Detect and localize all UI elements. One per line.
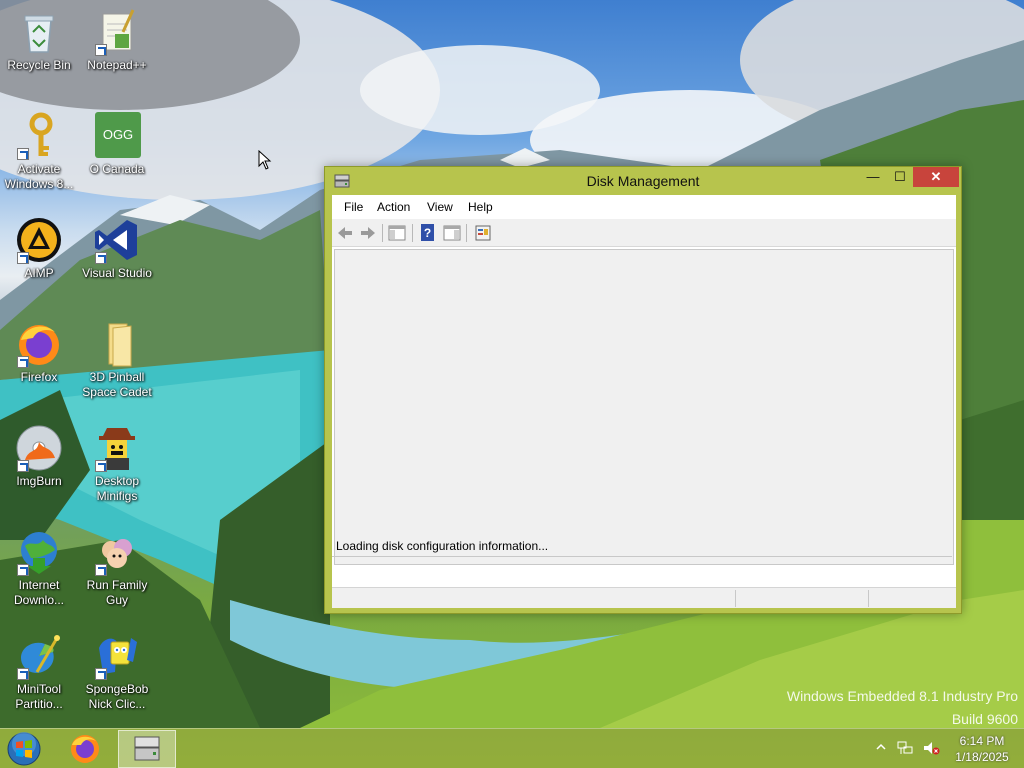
lego-minifig-icon (93, 424, 141, 472)
desktop-icon-aimp[interactable]: AIMP (1, 216, 77, 281)
desktop-icon-label: Internet Downlo... (13, 578, 65, 607)
desktop-icon-label: Firefox (20, 370, 58, 384)
help-icon[interactable]: ? (418, 223, 438, 243)
folder-icon (93, 320, 141, 368)
shortcut-arrow-icon (17, 460, 29, 472)
show-hidden-icons-icon[interactable] (876, 743, 886, 751)
title-bar[interactable]: Disk Management — ☐ ✕ (325, 167, 961, 195)
shortcut-arrow-icon (95, 44, 107, 56)
taskbar-clock[interactable]: 6:14 PM 1/18/2025 (950, 733, 1014, 765)
shortcut-arrow-icon (95, 252, 107, 264)
desktop-icon-label: O Canada (89, 162, 145, 176)
menu-action[interactable]: Action (377, 200, 410, 214)
shortcut-arrow-icon (17, 668, 29, 680)
aimp-icon (15, 216, 63, 264)
windows-orb-icon (7, 732, 41, 766)
key-icon (15, 112, 63, 160)
shortcut-arrow-icon (17, 564, 29, 576)
shortcut-arrow-icon (17, 356, 29, 368)
status-bar-divider (868, 590, 869, 607)
desktop-icon-label: Recycle Bin (7, 58, 71, 72)
desktop-icon-internet-download-manager[interactable]: Internet Downlo... (1, 528, 77, 608)
desktop-icon-minitool-partition[interactable]: MiniTool Partitio... (1, 632, 77, 712)
network-icon[interactable] (896, 740, 914, 756)
clock-date: 1/18/2025 (955, 750, 1009, 764)
shortcut-arrow-icon (95, 460, 107, 472)
desktop-icon-o-canada[interactable]: OGG O Canada (79, 112, 155, 177)
desktop-icon-desktop-minifigs[interactable]: Desktop Minifigs (79, 424, 155, 504)
disk-list-pane (334, 249, 954, 565)
desktop-icon-visual-studio[interactable]: Visual Studio (79, 216, 155, 281)
desktop-icon-label: Notepad++ (87, 58, 147, 72)
volume-muted-icon[interactable] (922, 740, 940, 756)
maximize-button[interactable]: ☐ (887, 167, 913, 187)
imgburn-disc-icon (15, 424, 63, 472)
close-button[interactable]: ✕ (913, 167, 959, 187)
firefox-icon (15, 320, 63, 368)
desktop-icon-recycle-bin[interactable]: Recycle Bin (1, 8, 77, 73)
menu-bar: File Action View Help (332, 195, 956, 219)
taskbar: 6:14 PM 1/18/2025 (0, 728, 1024, 768)
taskbar-app-disk-management[interactable] (118, 730, 176, 768)
disk-management-window[interactable]: Disk Management — ☐ ✕ File Action View H… (324, 166, 962, 614)
menu-view[interactable]: View (427, 200, 453, 214)
watermark-edition: Windows Embedded 8.1 Industry Pro (786, 688, 1018, 704)
desktop-icon-label: Desktop Minifigs (94, 474, 140, 503)
mouse-cursor-icon (258, 150, 272, 170)
desktop-icon-spongebob-nick-clicks[interactable]: SpongeBob Nick Clic... (79, 632, 155, 712)
status-divider (332, 556, 952, 557)
globe-download-icon (15, 528, 63, 576)
show-hide-console-tree-icon[interactable] (387, 223, 407, 243)
desktop-icon-firefox[interactable]: Firefox (1, 320, 77, 385)
toolbar: ? (332, 219, 956, 247)
desktop-icon-label: Activate Windows 8... (4, 162, 74, 191)
desktop-icon-notepad-plus-plus[interactable]: Notepad++ (79, 8, 155, 73)
family-guy-icon (93, 528, 141, 576)
desktop-icon-run-family-guy[interactable]: Run Family Guy (79, 528, 155, 608)
back-icon[interactable] (335, 223, 355, 243)
start-button[interactable] (4, 730, 44, 768)
notepad-plus-plus-icon (93, 8, 141, 56)
clock-time: 6:14 PM (959, 734, 1005, 748)
shortcut-arrow-icon (17, 148, 29, 160)
svg-text:?: ? (424, 226, 431, 240)
disk-management-icon (134, 736, 160, 761)
menu-file[interactable]: File (344, 200, 363, 214)
menu-help[interactable]: Help (468, 200, 493, 214)
taskbar-app-firefox[interactable] (56, 730, 114, 768)
desktop-icon-label: Run Family Guy (86, 578, 148, 607)
window-client-area: File Action View Help ? Loading disk con… (332, 195, 956, 608)
recycle-bin-icon (15, 8, 63, 56)
toolbar-separator (382, 224, 383, 242)
ogg-badge: OGG (95, 112, 141, 158)
desktop-icon-activate-windows[interactable]: Activate Windows 8... (1, 112, 77, 192)
shortcut-arrow-icon (95, 564, 107, 576)
desktop-icon-imgburn[interactable]: ImgBurn (1, 424, 77, 489)
desktop-icon-label: ImgBurn (16, 474, 62, 488)
show-hide-action-pane-icon[interactable] (442, 223, 462, 243)
windows-build-watermark: Windows Embedded 8.1 Industry Pro Build … (787, 685, 1018, 731)
properties-icon[interactable] (473, 223, 493, 243)
desktop-icon-label: Visual Studio (82, 266, 152, 280)
desktop-icon-label: AIMP (24, 266, 54, 280)
desktop-icon-label: MiniTool Partitio... (15, 682, 63, 711)
desktop-icon-3d-pinball[interactable]: 3D Pinball Space Cadet (79, 320, 155, 400)
ogg-audio-file-icon: OGG (93, 112, 141, 160)
visual-studio-icon (93, 216, 141, 264)
minimize-button[interactable]: — (861, 167, 885, 187)
shortcut-arrow-icon (17, 252, 29, 264)
shortcut-arrow-icon (95, 668, 107, 680)
minitool-wand-icon (15, 632, 63, 680)
status-bar-divider (735, 590, 736, 607)
desktop-icon-label: SpongeBob Nick Clic... (85, 682, 149, 711)
firefox-icon (71, 735, 99, 763)
status-message: Loading disk configuration information..… (336, 539, 549, 553)
toolbar-separator (466, 224, 467, 242)
toolbar-separator (412, 224, 413, 242)
status-bar (332, 587, 956, 608)
spongebob-icon (93, 632, 141, 680)
desktop-icon-label: 3D Pinball Space Cadet (82, 370, 152, 399)
forward-icon[interactable] (358, 223, 378, 243)
